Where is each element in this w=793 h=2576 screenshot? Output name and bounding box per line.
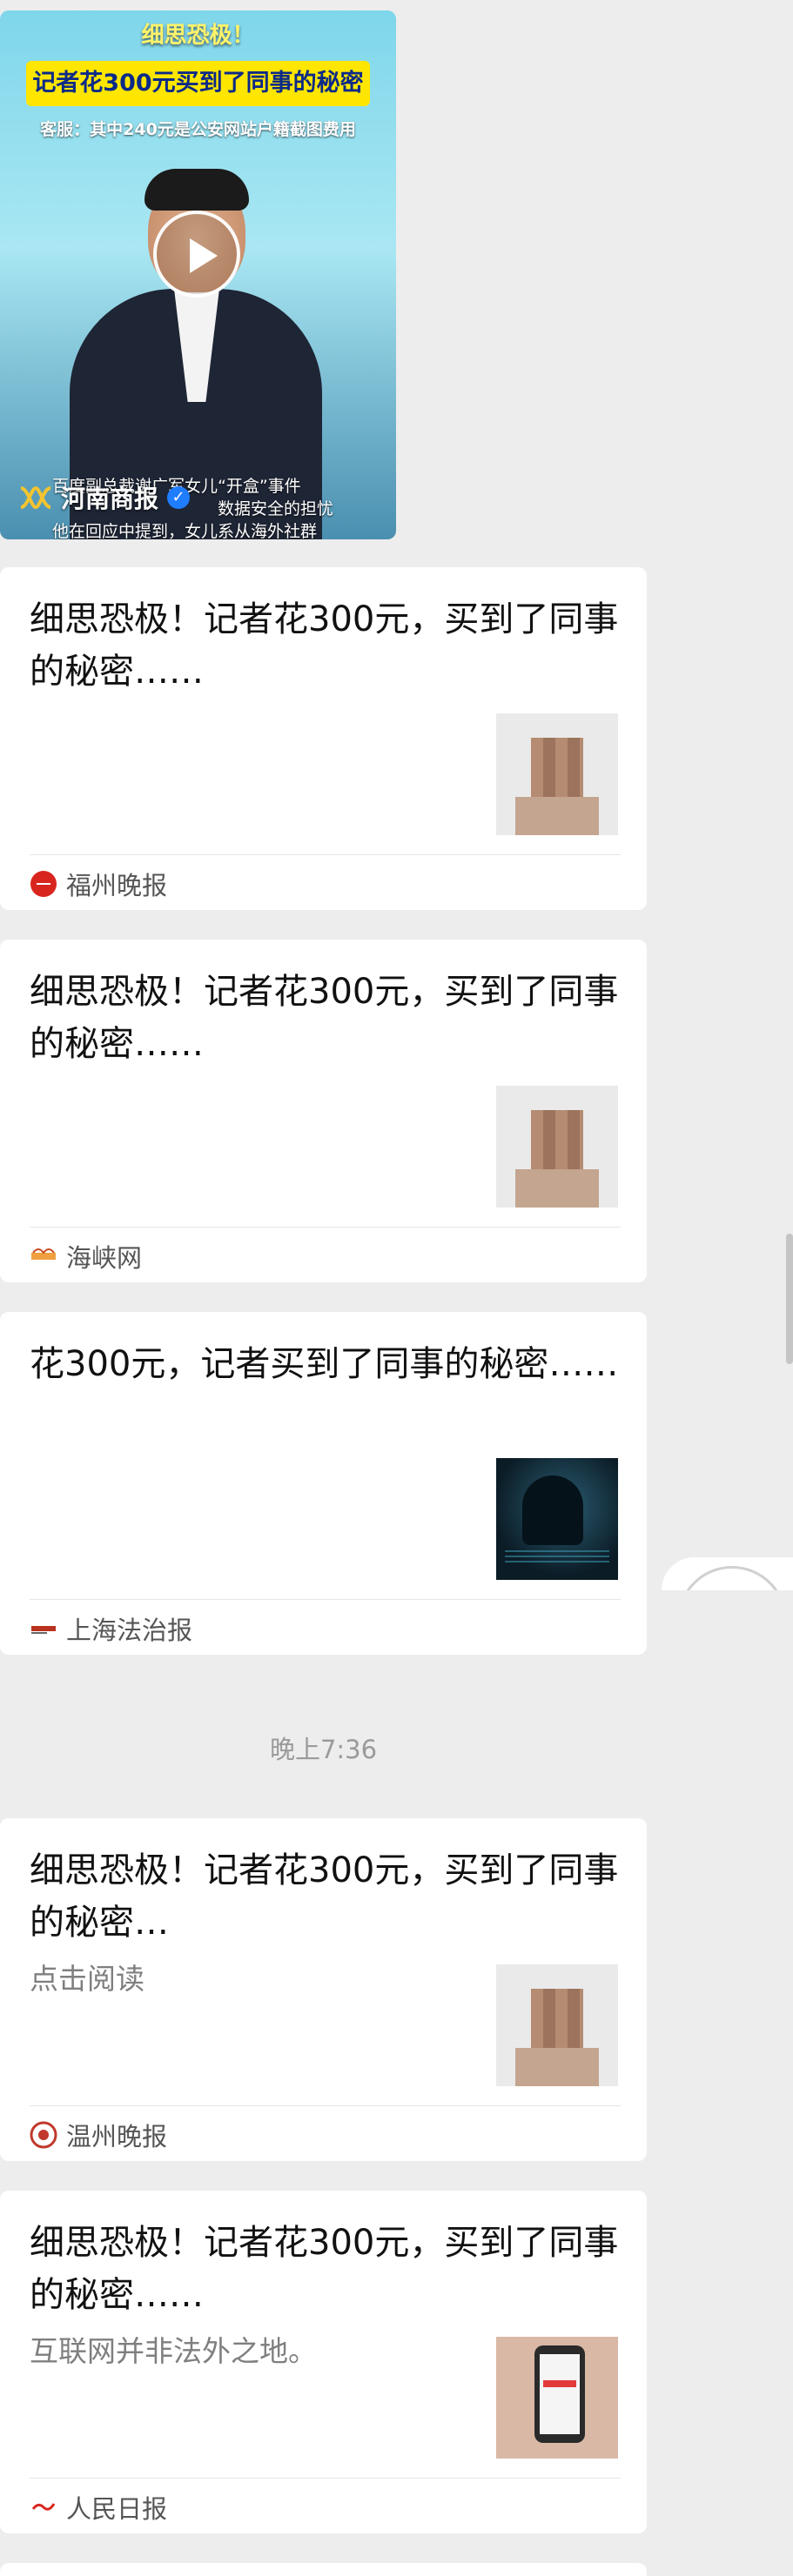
card-divider [30,1227,621,1228]
shanghai-legal-daily-logo-icon [31,1626,56,1634]
card-divider [30,2105,621,2106]
floating-window-icon[interactable] [662,1557,793,1590]
article-source[interactable]: 海峡网 [30,1238,142,1275]
article-source-name: 上海法治报 [66,1616,193,1645]
article-source-name: 海峡网 [66,1243,143,1273]
article-card[interactable]: 细思恐极！记者花300元，买到了同事的秘密…… 海峡网 [0,940,647,1282]
article-source-name: 人民日报 [66,2494,168,2524]
id-photo-thumbnail [496,713,618,835]
scrollbar-thumb[interactable] [786,1234,793,1364]
article-card[interactable]: 细思恐极！记者花300元，买到了同事的秘密…… 互联网并非法外之地。 人民日报 [0,2191,647,2533]
hacker-thumbnail [496,1458,618,1580]
article-card-partial[interactable] [0,2563,647,2576]
video-caption-line: 他在回应中提到，女儿系从海外社群 [52,522,318,539]
video-caption-line: 数据安全的担忧 [218,499,334,519]
chat-timestamp: 晚上7:36 [269,1735,378,1764]
card-divider [30,2478,621,2479]
article-source[interactable]: 温州晚报 [30,2117,167,2153]
article-title: 细思恐极！记者花300元，买到了同事的秘密… [30,1850,619,1943]
haixia-net-logo-icon [31,1248,56,1260]
phone-thumbnail [496,2337,618,2459]
video-banner-main: 记者花300元买到了同事的秘密 [26,61,370,106]
article-source-name: 福州晚报 [66,871,168,900]
wenzhou-evening-news-logo-icon [30,2121,57,2149]
article-source[interactable]: 福州晚报 [30,866,167,902]
video-card[interactable]: 细思恐极！ 记者花300元买到了同事的秘密 客服：其中240元是公安网站户籍截图… [0,10,396,539]
article-source[interactable]: 人民日报 [30,2489,167,2526]
article-summary: 互联网并非法外之地。 [30,2334,317,2368]
id-photo-thumbnail [496,1964,618,2086]
peoples-daily-logo-icon [31,2503,56,2511]
article-title: 细思恐极！记者花300元，买到了同事的秘密…… [30,599,619,692]
article-card[interactable]: 细思恐极！记者花300元，买到了同事的秘密…… 福州晚报 [0,567,647,910]
card-divider [30,1599,621,1600]
article-title: 细思恐极！记者花300元，买到了同事的秘密…… [30,2223,619,2315]
video-source[interactable]: 河南商报 ✓ [19,480,191,515]
article-card[interactable]: 细思恐极！记者花300元，买到了同事的秘密… 点击阅读 温州晚报 [0,1818,647,2161]
fuzhou-evening-news-logo-icon [30,871,57,897]
article-source-name: 温州晚报 [66,2122,168,2151]
video-banner-top: 细思恐极！ [141,23,255,49]
video-banner-sub: 客服：其中240元是公安网站户籍截图费用 [40,120,356,139]
video-source-name: 河南商报 [61,485,159,513]
article-source[interactable]: 上海法治报 [30,1610,192,1647]
henan-business-news-logo-icon [20,485,51,510]
verified-check-icon: ✓ [167,486,191,509]
article-card[interactable]: 花300元，记者买到了同事的秘密…… 上海法治报 [0,1312,647,1655]
article-summary: 点击阅读 [30,1962,144,1996]
article-title: 花300元，记者买到了同事的秘密…… [30,1344,619,1384]
article-title: 细思恐极！记者花300元，买到了同事的秘密…… [30,972,619,1064]
play-icon[interactable] [153,211,240,298]
id-photo-thumbnail [496,1086,618,1208]
card-divider [30,854,621,855]
